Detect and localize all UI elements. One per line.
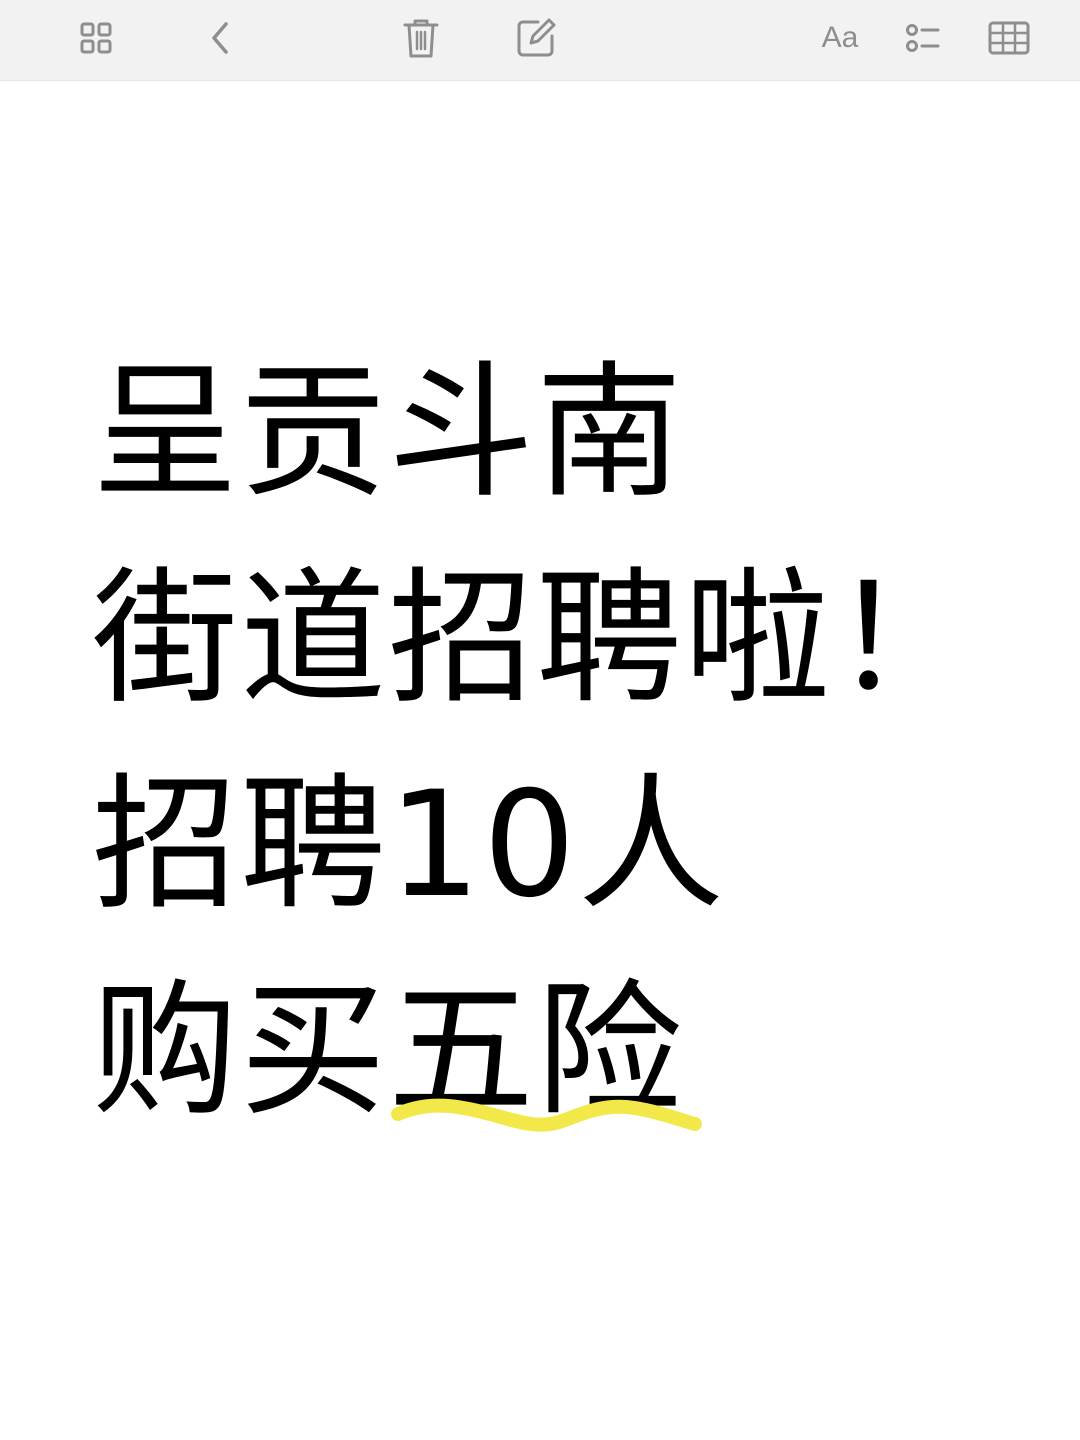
checklist-button[interactable]	[898, 14, 946, 62]
table-icon	[988, 21, 1030, 55]
back-chevron-icon	[212, 22, 228, 54]
compose-icon	[517, 18, 556, 57]
note-line-headcount: 招聘10人	[92, 760, 726, 930]
grid-view-button[interactable]	[72, 14, 120, 62]
font-format-icon: Aa	[821, 21, 859, 54]
delete-button[interactable]	[397, 14, 445, 62]
grid-view-icon	[80, 22, 112, 54]
note-content[interactable]: 呈贡斗南 街道招聘啦！ 招聘10人 购买五险	[92, 330, 1042, 1154]
back-button[interactable]	[196, 14, 244, 62]
checklist-icon	[906, 24, 940, 52]
highlight-squiggle	[391, 1098, 702, 1132]
note-toolbar: Aa	[0, 0, 1080, 81]
compose-button[interactable]	[512, 14, 560, 62]
font-format-button[interactable]: Aa	[816, 14, 864, 62]
note-line-title: 呈贡斗南	[92, 348, 684, 518]
note-line-subtitle: 街道招聘啦！	[92, 554, 980, 724]
trash-icon	[403, 19, 439, 58]
table-button[interactable]	[985, 14, 1033, 62]
benefits-text: 购买	[92, 966, 388, 1136]
